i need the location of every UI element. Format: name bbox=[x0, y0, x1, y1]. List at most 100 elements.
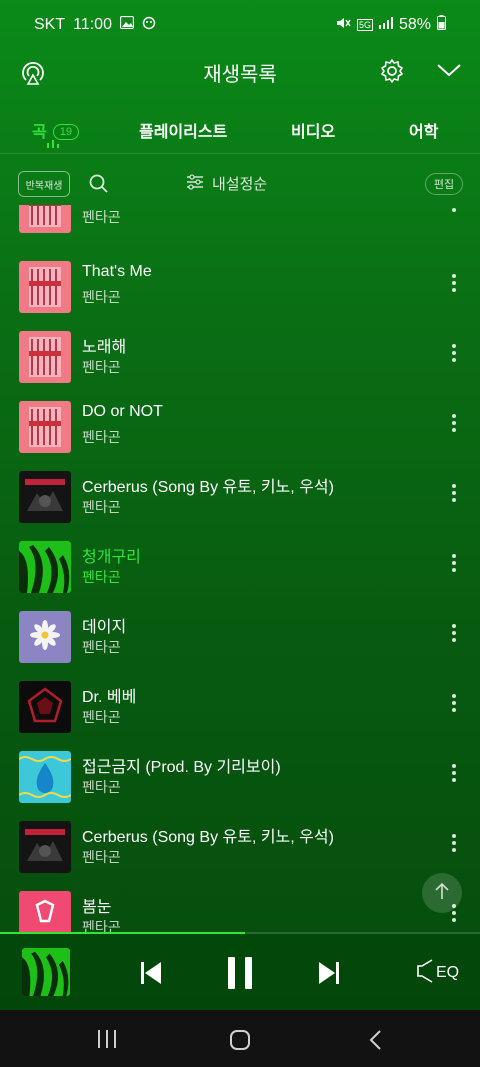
pause-icon[interactable] bbox=[226, 956, 254, 994]
tab-bar: 곡 19 플레이리스트 비디오 어학 bbox=[0, 106, 480, 154]
song-title: 청개구리 bbox=[82, 549, 141, 566]
battery-text: 58% bbox=[398, 16, 431, 33]
album-cover bbox=[19, 541, 71, 593]
smile-icon bbox=[142, 16, 156, 35]
album-cover bbox=[19, 681, 71, 733]
song-artist: 펜타곤 bbox=[82, 709, 121, 725]
edit-button-label: 편집 bbox=[433, 178, 455, 191]
speaker-icon bbox=[416, 958, 434, 988]
tab-songs-label: 곡 bbox=[32, 123, 47, 141]
song-title: Dr. 베베 bbox=[82, 689, 137, 706]
header: 재생목록 bbox=[0, 50, 480, 94]
more-options-icon[interactable] bbox=[448, 481, 460, 509]
song-artist: 펜타곤 bbox=[82, 779, 121, 795]
chevron-down-icon[interactable] bbox=[436, 62, 462, 82]
next-track-icon[interactable] bbox=[316, 960, 342, 990]
album-cover bbox=[19, 751, 71, 803]
song-artist: 펜타곤 bbox=[82, 289, 121, 305]
album-cover bbox=[19, 261, 71, 313]
sort-icon bbox=[186, 173, 204, 194]
eq-label: EQ bbox=[436, 964, 460, 981]
more-options-icon[interactable] bbox=[448, 761, 460, 789]
song-title: DO or NOT bbox=[82, 403, 163, 420]
list-item[interactable]: 노래해 펜타곤 bbox=[0, 321, 480, 391]
list-item[interactable]: 봄눈 펜타곤 bbox=[0, 881, 480, 933]
song-title: That's Me bbox=[82, 263, 152, 280]
album-cover bbox=[19, 331, 71, 383]
song-artist: 펜타곤 bbox=[82, 359, 121, 375]
more-options-icon[interactable] bbox=[448, 341, 460, 369]
list-item[interactable]: That's Me 펜타곤 bbox=[0, 251, 480, 321]
arrow-up-icon bbox=[434, 882, 450, 904]
song-title: 봄눈 bbox=[82, 899, 112, 916]
repeat-button-label: 반복재생 bbox=[25, 180, 63, 192]
cast-icon[interactable] bbox=[20, 58, 46, 90]
playing-indicator-icon bbox=[46, 138, 62, 151]
album-cover bbox=[19, 471, 71, 523]
tab-videos[interactable]: 비디오 bbox=[291, 118, 335, 142]
recent-apps-icon[interactable] bbox=[96, 1030, 118, 1052]
list-item[interactable]: 펜타곤 bbox=[0, 205, 480, 241]
search-icon[interactable] bbox=[88, 173, 110, 199]
song-artist: 펜타곤 bbox=[82, 639, 121, 655]
gear-icon[interactable] bbox=[379, 58, 405, 88]
song-artist: 펜타곤 bbox=[82, 209, 121, 225]
image-icon bbox=[119, 15, 135, 34]
more-options-icon[interactable] bbox=[448, 691, 460, 719]
tab-playlists-label: 플레이리스트 bbox=[139, 123, 228, 141]
album-cover bbox=[19, 611, 71, 663]
scroll-to-top-button[interactable] bbox=[422, 873, 462, 913]
song-list: 펜타곤 That's Me 펜타곤 노래해 펜타곤 DO or NOT 펜타곤 … bbox=[0, 205, 480, 933]
repeat-button[interactable]: 반복재생 bbox=[18, 171, 70, 197]
album-cover bbox=[19, 205, 71, 233]
now-playing-cover[interactable] bbox=[22, 948, 70, 996]
song-artist: 펜타곤 bbox=[82, 849, 121, 865]
more-options-icon[interactable] bbox=[448, 205, 460, 219]
clock-text: 11:00 bbox=[73, 16, 112, 33]
network-5g-icon: 5G bbox=[356, 19, 373, 31]
page-title: 재생목록 bbox=[203, 63, 277, 86]
list-item-now-playing[interactable]: 청개구리 펜타곤 bbox=[0, 531, 480, 601]
back-icon[interactable] bbox=[368, 1029, 382, 1055]
status-bar: SKT 11:00 5G 58% bbox=[0, 0, 480, 50]
signal-icon bbox=[378, 16, 393, 34]
more-options-icon[interactable] bbox=[448, 621, 460, 649]
tab-language[interactable]: 어학 bbox=[409, 118, 438, 142]
battery-icon bbox=[437, 15, 446, 35]
list-item[interactable]: 데이지 펜타곤 bbox=[0, 601, 480, 671]
eq-button[interactable]: EQ bbox=[416, 958, 459, 988]
song-artist: 펜타곤 bbox=[82, 499, 121, 515]
list-item[interactable]: Cerberus (Song By 유토, 키노, 우석) 펜타곤 bbox=[0, 811, 480, 881]
mute-icon bbox=[335, 16, 351, 35]
album-cover bbox=[19, 401, 71, 453]
carrier-text: SKT bbox=[34, 16, 66, 33]
list-item[interactable]: Dr. 베베 펜타곤 bbox=[0, 671, 480, 741]
song-artist: 펜타곤 bbox=[82, 919, 121, 933]
sort-label: 내설정순 bbox=[212, 175, 268, 193]
home-icon[interactable] bbox=[229, 1029, 251, 1055]
list-toolbar: 반복재생 내설정순 편집 bbox=[0, 168, 480, 200]
more-options-icon[interactable] bbox=[448, 271, 460, 299]
list-item[interactable]: 접근금지 (Prod. By 기리보이) 펜타곤 bbox=[0, 741, 480, 811]
list-item[interactable]: DO or NOT 펜타곤 bbox=[0, 391, 480, 461]
song-title: 접근금지 (Prod. By 기리보이) bbox=[82, 759, 281, 776]
song-title: Cerberus (Song By 유토, 키노, 우석) bbox=[82, 829, 334, 846]
tab-language-label: 어학 bbox=[409, 123, 439, 141]
song-title: 노래해 bbox=[82, 339, 127, 356]
album-cover bbox=[19, 821, 71, 873]
sort-button[interactable]: 내설정순 bbox=[186, 173, 267, 194]
song-artist: 펜타곤 bbox=[82, 569, 121, 585]
more-options-icon[interactable] bbox=[448, 551, 460, 579]
song-title: 데이지 bbox=[82, 619, 127, 636]
edit-button[interactable]: 편집 bbox=[425, 173, 463, 195]
album-cover bbox=[19, 891, 71, 933]
previous-track-icon[interactable] bbox=[138, 960, 164, 990]
list-item[interactable]: Cerberus (Song By 유토, 키노, 우석) 펜타곤 bbox=[0, 461, 480, 531]
more-options-icon[interactable] bbox=[448, 411, 460, 439]
mini-player: EQ bbox=[0, 934, 480, 1010]
tab-videos-label: 비디오 bbox=[291, 123, 336, 141]
tab-playlists[interactable]: 플레이리스트 bbox=[139, 118, 227, 142]
more-options-icon[interactable] bbox=[448, 831, 460, 859]
system-nav-bar bbox=[0, 1010, 480, 1067]
song-artist: 펜타곤 bbox=[82, 429, 121, 445]
